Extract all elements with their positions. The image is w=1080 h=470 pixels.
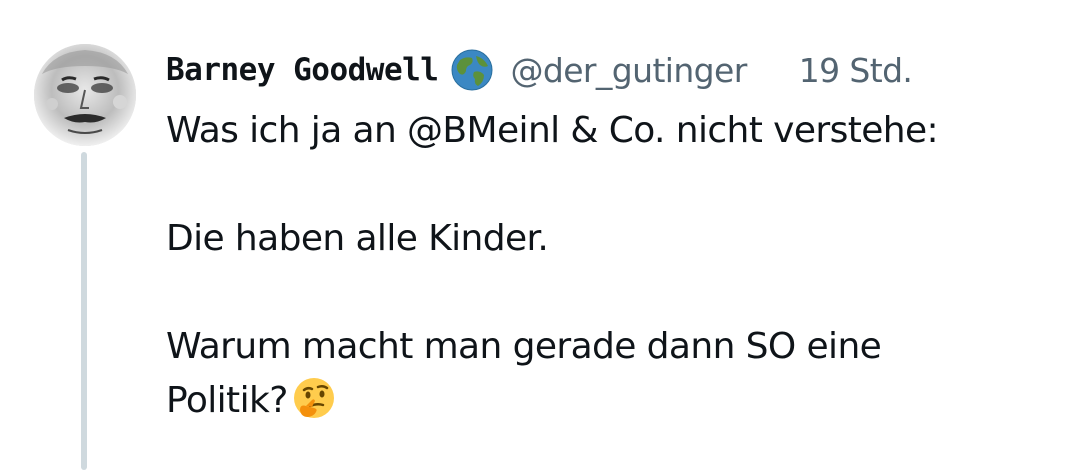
globe-emoji-icon <box>450 48 494 92</box>
tweet-header: Barney Goodwell @der_gutinger 19 Std. <box>166 46 913 94</box>
author-handle[interactable]: @der_gutinger <box>510 51 747 90</box>
timestamp[interactable]: 19 Std. <box>799 51 913 90</box>
tweet[interactable]: Barney Goodwell @der_gutinger 19 Std. Wa… <box>0 0 1080 470</box>
tweet-line-4-container: Politik? <box>166 374 1046 428</box>
tweet-line-4: Politik? <box>166 380 288 421</box>
tweet-line-1: Was ich ja an @BMeinl & Co. nicht verste… <box>166 110 939 151</box>
tweet-line-3: Warum macht man gerade dann SO eine <box>166 326 882 367</box>
author-name[interactable]: Barney Goodwell <box>166 52 439 88</box>
thinking-face-emoji-icon <box>292 376 336 420</box>
tweet-line-2: Die haben alle Kinder. <box>166 218 549 259</box>
tweet-text: Was ich ja an @BMeinl & Co. nicht verste… <box>166 104 1046 428</box>
thread-line <box>81 152 87 470</box>
avatar[interactable] <box>34 44 136 146</box>
